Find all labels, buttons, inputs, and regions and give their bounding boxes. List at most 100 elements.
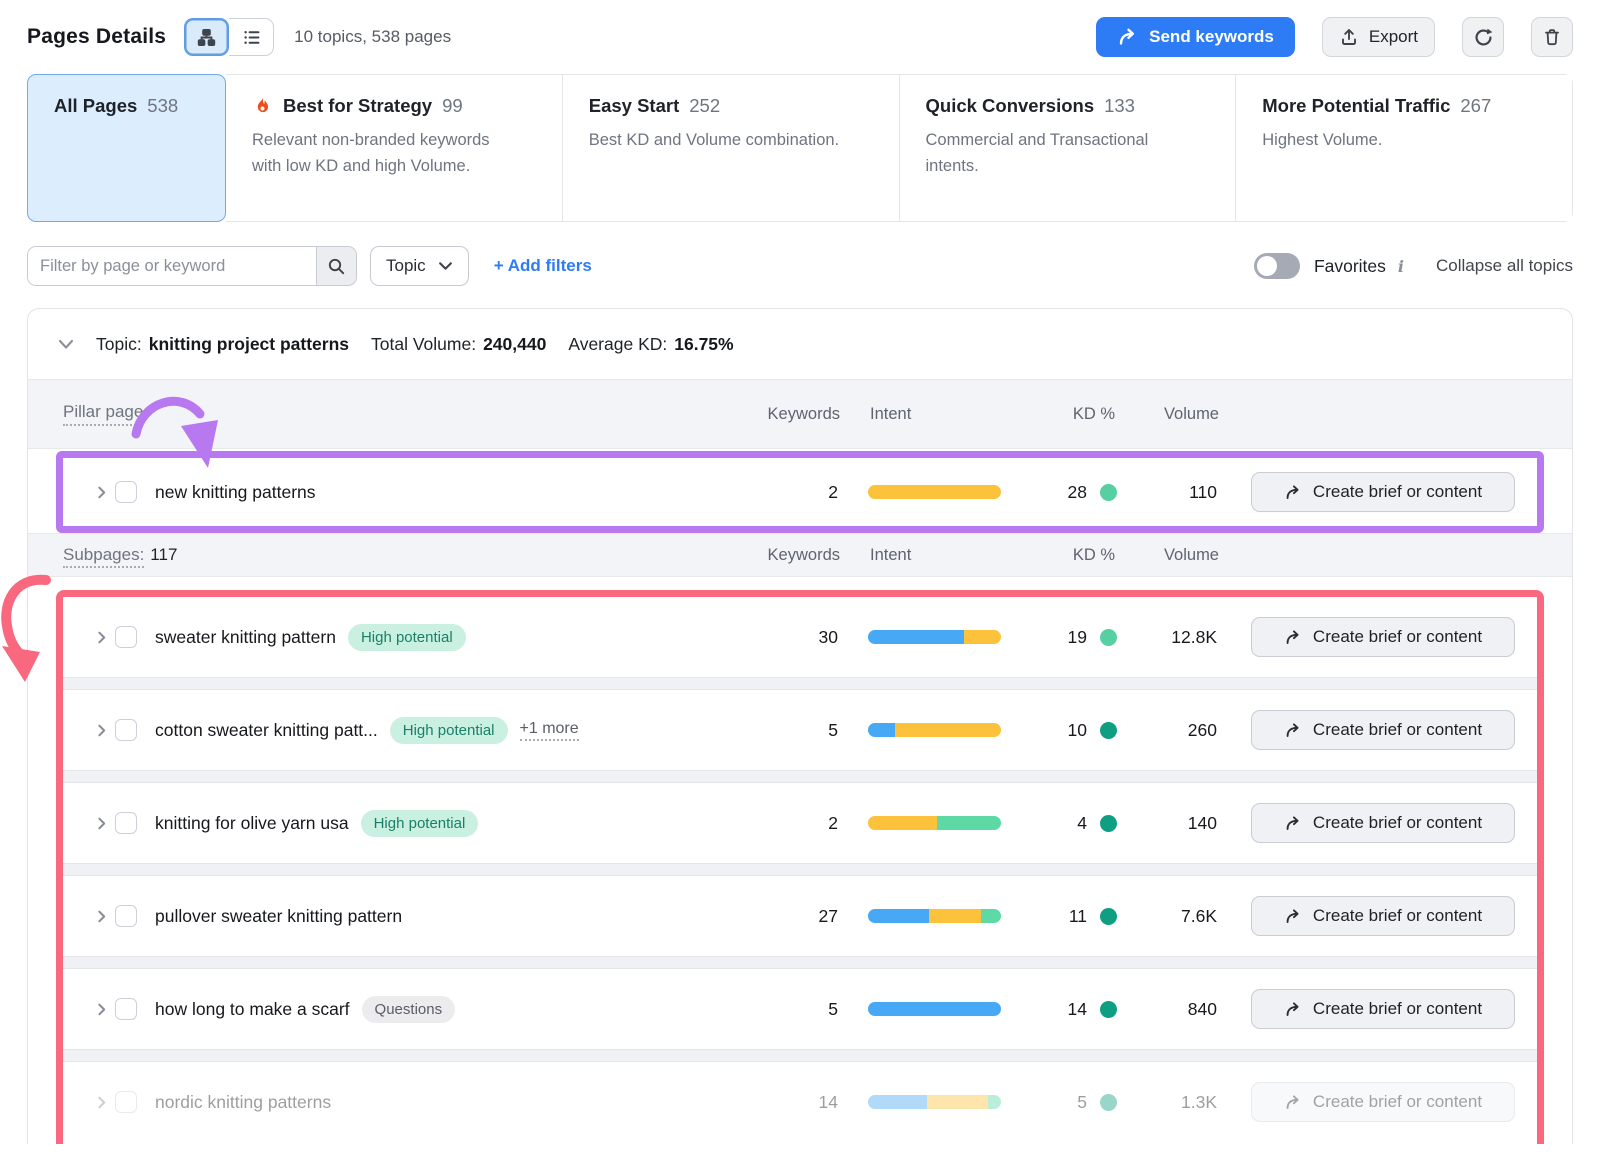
row-checkbox[interactable] bbox=[115, 812, 137, 834]
intent-bar bbox=[868, 630, 1001, 644]
keywords-count: 2 bbox=[748, 813, 838, 834]
topic-filter-dropdown[interactable]: Topic bbox=[370, 246, 469, 286]
topics-pages-summary: 10 topics, 538 pages bbox=[294, 27, 451, 47]
favorites-toggle[interactable] bbox=[1254, 253, 1300, 279]
create-brief-button[interactable]: Create brief or content bbox=[1251, 1082, 1515, 1122]
row-checkbox[interactable] bbox=[115, 481, 137, 503]
search-input[interactable] bbox=[28, 247, 316, 285]
list-view-button[interactable] bbox=[229, 18, 274, 56]
page-name[interactable]: knitting for olive yarn usa bbox=[155, 813, 349, 834]
expand-row-chevron[interactable] bbox=[87, 1095, 115, 1110]
page-title: Pages Details bbox=[27, 25, 166, 49]
expand-row-chevron[interactable] bbox=[87, 1002, 115, 1017]
keywords-count: 5 bbox=[748, 720, 838, 741]
tab-best-for-strategy[interactable]: Best for Strategy 99 Relevant non-brande… bbox=[226, 75, 562, 221]
kd-difficulty-dot bbox=[1100, 815, 1117, 832]
intent-segment-yellow bbox=[895, 723, 1001, 737]
kd-value: 14 bbox=[1037, 999, 1087, 1020]
page-row: sweater knitting patternHigh potential30… bbox=[63, 597, 1537, 677]
intent-segment-yellow bbox=[964, 630, 1001, 644]
tab-all-pages[interactable]: All Pages 538 bbox=[27, 74, 226, 222]
brief-arrow-icon bbox=[1284, 629, 1303, 646]
tab-easy-start[interactable]: Easy Start 252 Best KD and Volume combin… bbox=[562, 75, 899, 221]
create-brief-button[interactable]: Create brief or content bbox=[1251, 472, 1515, 512]
page-row: pullover sweater knitting pattern27117.6… bbox=[63, 876, 1537, 956]
keywords-count: 5 bbox=[748, 999, 838, 1020]
export-button[interactable]: Export bbox=[1322, 17, 1435, 57]
expand-row-chevron[interactable] bbox=[87, 816, 115, 831]
row-separator bbox=[63, 956, 1537, 969]
more-badges-link[interactable]: +1 more bbox=[520, 720, 579, 741]
search-button[interactable] bbox=[316, 247, 356, 285]
row-checkbox[interactable] bbox=[115, 998, 137, 1020]
expand-row-chevron[interactable] bbox=[87, 630, 115, 645]
row-separator bbox=[63, 1049, 1537, 1062]
page-name-cell: knitting for olive yarn usaHigh potentia… bbox=[155, 810, 748, 837]
page-name[interactable]: new knitting patterns bbox=[155, 482, 316, 503]
tab-more-potential-traffic[interactable]: More Potential Traffic 267 Highest Volum… bbox=[1235, 75, 1572, 221]
brief-arrow-icon bbox=[1284, 484, 1303, 501]
page-row: nordic knitting patterns1451.3KCreate br… bbox=[63, 1062, 1537, 1142]
page-name[interactable]: nordic knitting patterns bbox=[155, 1092, 331, 1113]
intent-segment-blue bbox=[868, 909, 929, 923]
intent-segment-blue bbox=[868, 723, 895, 737]
expand-row-chevron[interactable] bbox=[87, 723, 115, 738]
volume-value: 840 bbox=[1117, 999, 1217, 1020]
kd-value: 5 bbox=[1037, 1092, 1087, 1113]
create-brief-button[interactable]: Create brief or content bbox=[1251, 989, 1515, 1029]
page-name[interactable]: cotton sweater knitting patt... bbox=[155, 720, 378, 741]
send-arrow-icon bbox=[1117, 27, 1139, 47]
row-checkbox[interactable] bbox=[115, 1091, 137, 1113]
kd-difficulty-dot bbox=[1100, 629, 1117, 646]
volume-value: 260 bbox=[1117, 720, 1217, 741]
column-intent: Intent bbox=[870, 405, 1003, 424]
page-name[interactable]: sweater knitting pattern bbox=[155, 627, 336, 648]
trash-icon bbox=[1542, 27, 1562, 47]
collapse-topic-chevron[interactable] bbox=[58, 339, 74, 350]
row-separator bbox=[63, 863, 1537, 876]
subpages-label[interactable]: Subpages: bbox=[63, 545, 144, 568]
create-brief-button[interactable]: Create brief or content bbox=[1251, 803, 1515, 843]
info-icon[interactable]: i bbox=[1398, 257, 1404, 276]
page-row: how long to make a scarf Questions 5 14 840 C… bbox=[63, 969, 1537, 1049]
volume-value: 1.3K bbox=[1117, 1092, 1217, 1113]
row-checkbox[interactable] bbox=[115, 905, 137, 927]
row-checkbox[interactable] bbox=[115, 626, 137, 648]
refresh-button[interactable] bbox=[1462, 17, 1504, 57]
tab-quick-conversions[interactable]: Quick Conversions 133 Commercial and Tra… bbox=[899, 75, 1236, 221]
create-brief-button[interactable]: Create brief or content bbox=[1251, 710, 1515, 750]
brief-arrow-icon bbox=[1284, 1001, 1303, 1018]
page-name[interactable]: how long to make a scarf bbox=[155, 999, 350, 1020]
row-badge: Questions bbox=[362, 996, 456, 1023]
add-filters-link[interactable]: + Add filters bbox=[494, 256, 592, 276]
kd-value: 11 bbox=[1037, 906, 1087, 927]
intent-segment-yellow bbox=[927, 1095, 988, 1109]
intent-segment-blue bbox=[868, 630, 964, 644]
tree-view-button[interactable] bbox=[184, 18, 229, 56]
intent-segment-blue bbox=[868, 1002, 1001, 1016]
create-brief-label: Create brief or content bbox=[1313, 999, 1482, 1019]
kd-difficulty-dot bbox=[1100, 1094, 1117, 1111]
create-brief-button[interactable]: Create brief or content bbox=[1251, 896, 1515, 936]
subpages-header-strip: Subpages:117 Keywords Intent KD % Volume bbox=[28, 533, 1572, 577]
page-name-cell: how long to make a scarf Questions bbox=[155, 996, 748, 1023]
kd-difficulty-dot bbox=[1100, 908, 1117, 925]
kd-difficulty-dot bbox=[1100, 722, 1117, 739]
kd-difficulty-dot bbox=[1100, 484, 1117, 501]
pillar-page-label[interactable]: Pillar page bbox=[63, 402, 143, 426]
intent-bar bbox=[868, 723, 1001, 737]
send-keywords-button[interactable]: Send keywords bbox=[1096, 17, 1295, 57]
average-kd-value: 16.75% bbox=[674, 334, 733, 355]
row-checkbox[interactable] bbox=[115, 719, 137, 741]
brief-arrow-icon bbox=[1284, 908, 1303, 925]
create-brief-label: Create brief or content bbox=[1313, 813, 1482, 833]
top-bar: Pages Details 10 topics, 538 bbox=[27, 16, 1573, 58]
delete-button[interactable] bbox=[1531, 17, 1573, 57]
expand-row-chevron[interactable] bbox=[87, 909, 115, 924]
keywords-count: 30 bbox=[748, 627, 838, 648]
expand-row-chevron[interactable] bbox=[87, 485, 115, 500]
subpages-count: 117 bbox=[150, 545, 177, 564]
create-brief-button[interactable]: Create brief or content bbox=[1251, 617, 1515, 657]
collapse-all-topics-link[interactable]: Collapse all topics bbox=[1436, 256, 1573, 276]
page-name[interactable]: pullover sweater knitting pattern bbox=[155, 906, 402, 927]
